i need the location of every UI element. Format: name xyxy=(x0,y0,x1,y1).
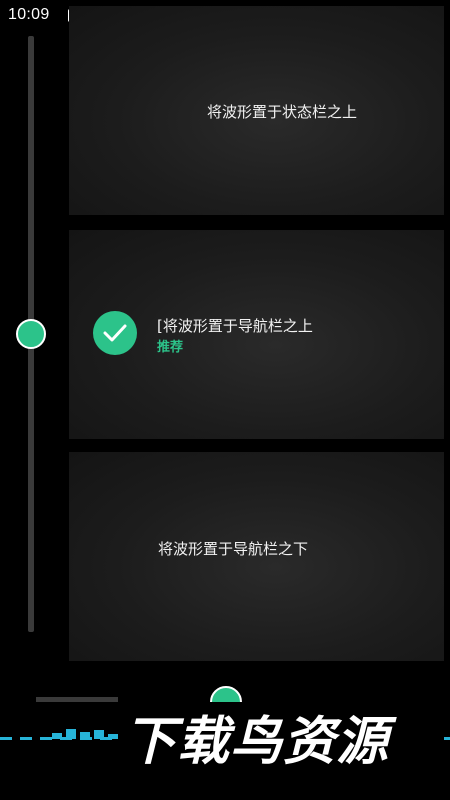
option-below-nav-bar[interactable]: 将波形置于导航栏之下 xyxy=(69,452,444,661)
watermark: 下载鸟资源 xyxy=(118,712,444,772)
waveform-bars xyxy=(52,727,122,739)
option-label: 将波形置于状态栏之上 xyxy=(207,103,358,121)
option-above-nav-bar[interactable]: [将波形置于导航栏之上 推荐 xyxy=(69,230,444,439)
selected-check-icon xyxy=(93,311,137,355)
option-label: [将波形置于导航栏之上 xyxy=(157,317,313,335)
position-slider-thumb[interactable] xyxy=(16,319,46,349)
bottom-slider-track[interactable] xyxy=(36,697,118,702)
option-label: 将波形置于导航栏之下 xyxy=(158,540,309,558)
option-above-status-bar[interactable]: 将波形置于状态栏之上 xyxy=(69,6,444,215)
status-time: 10:09 xyxy=(8,6,50,23)
recommended-badge: 推荐 xyxy=(157,340,184,355)
